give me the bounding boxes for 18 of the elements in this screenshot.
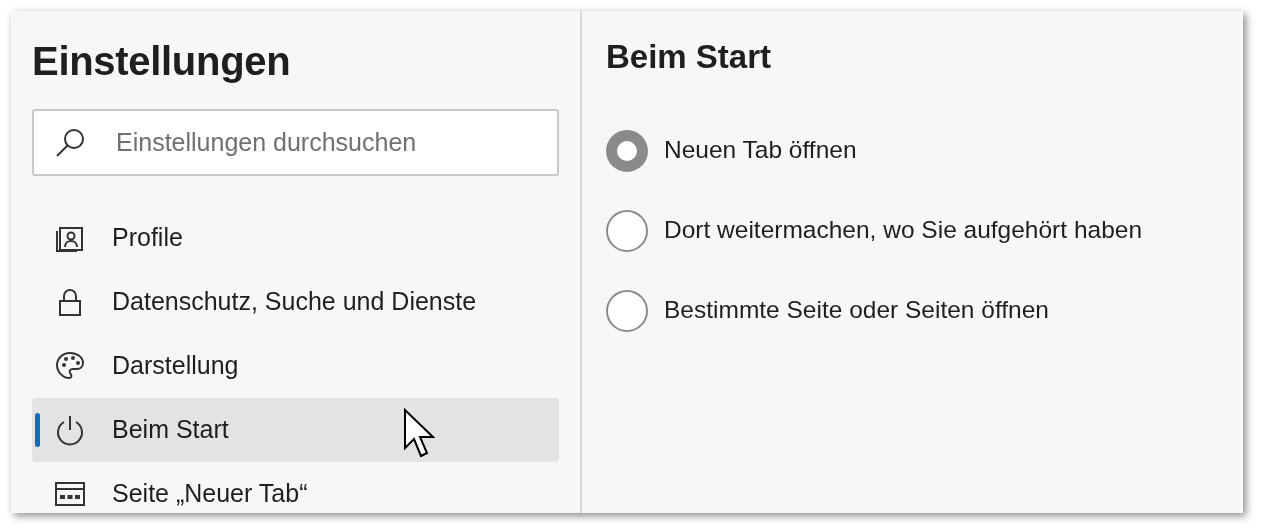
power-icon	[54, 414, 86, 446]
sidebar-item[interactable]: Seite „Neuer Tab“	[32, 462, 559, 513]
option-label: Neuen Tab öffnen	[664, 135, 857, 166]
search-field[interactable]: Einstellungen durchsuchen	[32, 109, 559, 176]
sidebar-item[interactable]: Beim Start	[32, 398, 559, 462]
sidebar-item[interactable]: Datenschutz, Suche und Dienste	[32, 270, 559, 334]
section-title: Beim Start	[606, 37, 773, 77]
palette-icon	[54, 350, 86, 382]
cursor-icon	[403, 408, 437, 460]
sidebar-item[interactable]: Profile	[32, 206, 559, 270]
option-label: Dort weitermachen, wo Sie aufgehört haben	[664, 215, 1143, 246]
sidebar-item[interactable]: Darstellung	[32, 334, 559, 398]
option-label: Bestimmte Seite oder Seiten öffnen	[664, 295, 1049, 326]
selection-indicator	[35, 413, 40, 447]
radio-button[interactable]	[606, 209, 648, 252]
radio-button[interactable]	[606, 129, 648, 172]
radio-button[interactable]	[606, 289, 648, 332]
settings-title: Einstellungen	[32, 38, 292, 85]
